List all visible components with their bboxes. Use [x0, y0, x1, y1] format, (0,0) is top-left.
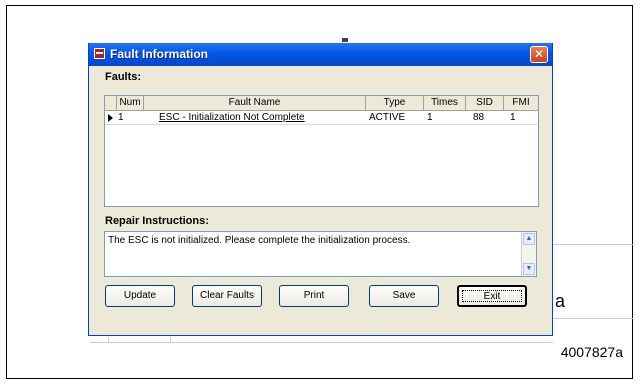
- cell-fmi[interactable]: 1: [510, 111, 516, 124]
- vertical-scrollbar[interactable]: ▲ ▼: [521, 232, 536, 276]
- save-button[interactable]: Save: [369, 285, 439, 307]
- clear-faults-button[interactable]: Clear Faults: [192, 285, 262, 307]
- column-header-sid[interactable]: SID: [466, 96, 504, 110]
- faults-table[interactable]: Num Fault Name Type Times SID FMI 1 ESC …: [104, 95, 539, 207]
- cell-times[interactable]: 1: [427, 111, 433, 124]
- cell-type[interactable]: ACTIVE: [369, 111, 405, 124]
- fault-information-dialog: Fault Information ✕ Faults: Num Fault Na…: [88, 43, 553, 336]
- column-header-num[interactable]: Num: [117, 96, 144, 110]
- window-title: Fault Information: [110, 47, 208, 61]
- column-header-selector: [105, 96, 117, 110]
- figure-id-label: 4007827a: [560, 344, 623, 360]
- update-button[interactable]: Update: [105, 285, 175, 307]
- faults-label: Faults:: [105, 71, 142, 83]
- title-bar: Fault Information ✕: [89, 43, 552, 66]
- background-divider: [90, 342, 553, 343]
- column-header-fault-name[interactable]: Fault Name: [144, 96, 366, 110]
- column-header-type[interactable]: Type: [366, 96, 424, 110]
- row-divider: [105, 124, 538, 125]
- scroll-down-icon[interactable]: ▼: [523, 263, 535, 275]
- background-text-fragment: a: [555, 291, 566, 311]
- background-divider: [553, 244, 633, 245]
- table-header: Num Fault Name Type Times SID FMI: [105, 96, 538, 111]
- column-header-fmi[interactable]: FMI: [504, 96, 538, 110]
- repair-instructions-text-area[interactable]: The ESC is not initialized. Please compl…: [104, 231, 537, 277]
- app-icon: [94, 48, 105, 59]
- exit-button[interactable]: Exit: [457, 285, 527, 307]
- repair-instructions-text: The ESC is not initialized. Please compl…: [108, 235, 411, 246]
- repair-instructions-label: Repair Instructions:: [105, 215, 209, 227]
- cell-num[interactable]: 1: [118, 111, 124, 124]
- cell-sid[interactable]: 88: [473, 111, 484, 124]
- cell-fault-name[interactable]: ESC - Initialization Not Complete: [159, 111, 305, 124]
- row-selector-arrow-icon: [108, 114, 113, 122]
- background-divider: [553, 318, 633, 319]
- scroll-up-icon[interactable]: ▲: [523, 233, 535, 245]
- column-header-times[interactable]: Times: [424, 96, 466, 110]
- close-button[interactable]: ✕: [530, 46, 548, 63]
- background-top-mark: [342, 38, 348, 42]
- print-button[interactable]: Print: [279, 285, 349, 307]
